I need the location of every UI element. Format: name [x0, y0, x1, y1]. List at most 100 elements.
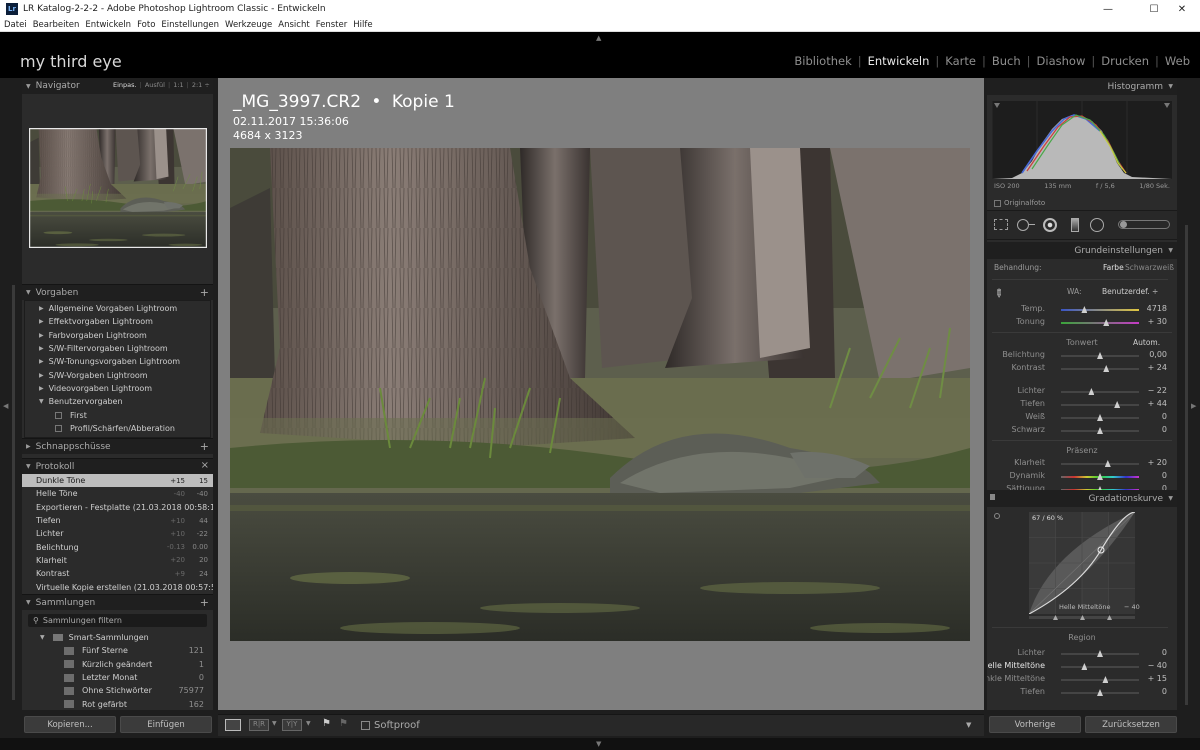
- slider-handle[interactable]: [1103, 365, 1110, 372]
- module-bibliothek[interactable]: Bibliothek: [794, 54, 851, 68]
- collections-filter-input[interactable]: ⚲ Sammlungen filtern: [28, 614, 207, 627]
- slider-handle[interactable]: [1103, 319, 1110, 326]
- history-item[interactable]: Helle Töne -40 -40: [22, 487, 213, 500]
- clear-history-icon[interactable]: ×: [201, 460, 209, 471]
- slider-schwarz[interactable]: Schwarz 0: [987, 424, 1177, 437]
- preset-item[interactable]: First: [25, 408, 210, 421]
- menu-werkzeuge[interactable]: Werkzeuge: [225, 20, 272, 30]
- slider-handle[interactable]: [1097, 650, 1103, 657]
- preset-folder[interactable]: ▶ S/W-Filtervorgaben Lightroom: [25, 342, 210, 355]
- spot-removal-tool-icon[interactable]: [1017, 219, 1029, 231]
- preset-folder[interactable]: ▶ S/W-Tonungsvorgaben Lightroom: [25, 355, 210, 368]
- add-preset-icon[interactable]: +: [200, 286, 209, 299]
- slider-handle[interactable]: [1081, 306, 1088, 313]
- slider-kontrast[interactable]: Kontrast + 24: [987, 362, 1177, 375]
- slider-handle[interactable]: [1097, 689, 1103, 696]
- slider-handle[interactable]: [1097, 427, 1103, 434]
- slider-track[interactable]: [1061, 473, 1139, 480]
- slider-lichter[interactable]: Lichter − 22: [987, 385, 1177, 398]
- left-panel-toggle-icon[interactable]: ◀: [3, 402, 8, 410]
- slider-tiefen[interactable]: Tiefen 0: [987, 686, 1177, 699]
- zoom-option-1[interactable]: Ausfül: [145, 81, 165, 89]
- slider-track[interactable]: [1061, 427, 1139, 434]
- treatment-bw-option[interactable]: Schwarzweiß: [1125, 263, 1174, 272]
- smart-collection[interactable]: Kürzlich geändert 1: [22, 658, 213, 671]
- slider-track[interactable]: [1061, 352, 1139, 359]
- targeted-adjustment-icon[interactable]: [994, 513, 1000, 519]
- history-item[interactable]: Dunkle Töne +15 15: [22, 474, 213, 488]
- slider-handle[interactable]: [1114, 401, 1121, 408]
- zoom-menu-icon[interactable]: ÷: [204, 81, 209, 89]
- slider-helle mitteltöne[interactable]: Helle Mitteltöne − 40: [987, 660, 1177, 673]
- history-item[interactable]: Klarheit +20 20: [22, 554, 213, 567]
- loupe-view-button[interactable]: [225, 719, 241, 731]
- add-snapshot-icon[interactable]: +: [200, 440, 209, 453]
- preset-item[interactable]: Profil/Schärfen/Abberation: [25, 422, 210, 435]
- original-photo-checkbox[interactable]: [994, 199, 1001, 207]
- menu-foto[interactable]: Foto: [137, 20, 155, 30]
- original-photo-toggle[interactable]: Originalfoto: [994, 199, 1045, 207]
- menu-ansicht[interactable]: Ansicht: [278, 20, 309, 30]
- slider-track[interactable]: [1061, 365, 1139, 372]
- copy-settings-button[interactable]: Kopieren...: [24, 716, 116, 733]
- slider-track[interactable]: [1061, 460, 1139, 467]
- white-balance-picker-icon[interactable]: ✎: [991, 286, 1007, 302]
- menu-datei[interactable]: Datei: [4, 20, 27, 30]
- slider-dunkle mitteltöne[interactable]: Dunkle Mitteltöne + 15: [987, 673, 1177, 686]
- copy-before-after-menu-icon[interactable]: ▼: [306, 720, 311, 727]
- paste-settings-button[interactable]: Einfügen: [120, 716, 212, 733]
- history-item[interactable]: Exportieren - Festplatte (21.03.2018 00:…: [22, 501, 213, 514]
- auto-tone-button[interactable]: Autom.: [1133, 338, 1160, 347]
- preset-folder-user[interactable]: ▼ Benutzervorgaben: [25, 395, 210, 408]
- history-item[interactable]: Tiefen +10 44: [22, 514, 213, 527]
- crop-tool-icon[interactable]: [994, 219, 1008, 230]
- radial-filter-icon[interactable]: [1090, 218, 1104, 232]
- tone-curve-graph[interactable]: [1029, 512, 1135, 614]
- presets-header[interactable]: ▼ Vorgaben +: [22, 284, 213, 300]
- histogram-graph[interactable]: [992, 101, 1172, 179]
- slider-track[interactable]: [1061, 676, 1139, 683]
- module-entwickeln[interactable]: Entwickeln: [868, 54, 930, 68]
- preset-folder[interactable]: ▶ Videovorgaben Lightroom: [25, 382, 210, 395]
- history-header[interactable]: ▼ Protokoll ×: [22, 458, 213, 474]
- menu-einstellungen[interactable]: Einstellungen: [161, 20, 219, 30]
- snapshots-header[interactable]: ▶ Schnappschüsse +: [22, 438, 213, 454]
- menu-fenster[interactable]: Fenster: [316, 20, 348, 30]
- preset-folder[interactable]: ▶ Effektvorgaben Lightroom: [25, 315, 210, 328]
- top-panel-toggle-icon[interactable]: ▲: [596, 34, 601, 42]
- module-karte[interactable]: Karte: [945, 54, 976, 68]
- module-web[interactable]: Web: [1165, 54, 1190, 68]
- menu-bearbeiten[interactable]: Bearbeiten: [33, 20, 80, 30]
- collections-header[interactable]: ▼ Sammlungen +: [22, 594, 213, 610]
- slider-handle[interactable]: [1081, 663, 1088, 670]
- slider-track[interactable]: [1061, 388, 1139, 395]
- smart-collection[interactable]: Letzter Monat 0: [22, 671, 213, 684]
- slider-handle[interactable]: [1102, 676, 1109, 683]
- add-collection-icon[interactable]: +: [200, 596, 209, 609]
- slider-handle[interactable]: [1097, 473, 1103, 480]
- graduated-filter-icon[interactable]: [1071, 218, 1079, 232]
- slider-handle[interactable]: [1104, 460, 1111, 467]
- history-item[interactable]: Kontrast +9 24: [22, 567, 213, 580]
- slider-tonung[interactable]: Tonung + 30: [987, 316, 1177, 329]
- menu-entwickeln[interactable]: Entwickeln: [85, 20, 131, 30]
- zoom-option-3[interactable]: 2:1: [192, 81, 202, 89]
- smart-collections-set[interactable]: ▼ Smart-Sammlungen: [22, 631, 213, 644]
- smart-collection[interactable]: Fünf Sterne 121: [22, 644, 213, 657]
- filmstrip-toggle-icon[interactable]: ▼: [596, 740, 601, 748]
- module-buch[interactable]: Buch: [992, 54, 1021, 68]
- slider-track[interactable]: [1061, 689, 1139, 696]
- slider-lichter[interactable]: Lichter 0: [987, 647, 1177, 660]
- history-item[interactable]: Virtuelle Kopie erstellen (21.03.2018 00…: [22, 580, 213, 593]
- flag-pick-icon[interactable]: ⚑: [322, 718, 331, 729]
- slider-handle[interactable]: [1097, 352, 1103, 359]
- flag-reject-icon[interactable]: ⚑: [339, 718, 348, 729]
- history-item[interactable]: Lichter +10 -22: [22, 527, 213, 540]
- histogram-header[interactable]: Histogramm ▼: [987, 78, 1177, 95]
- slider-handle[interactable]: [1097, 414, 1103, 421]
- right-panel-toggle-icon[interactable]: ▶: [1191, 402, 1196, 410]
- navigator-thumbnail[interactable]: [29, 128, 207, 248]
- navigator-header[interactable]: ▼ Navigator Einpas. | Ausfül | 1:1 | 2:1 ÷: [22, 78, 213, 94]
- reset-button[interactable]: Zurücksetzen: [1085, 716, 1177, 733]
- before-after-menu-icon[interactable]: ▼: [272, 720, 277, 727]
